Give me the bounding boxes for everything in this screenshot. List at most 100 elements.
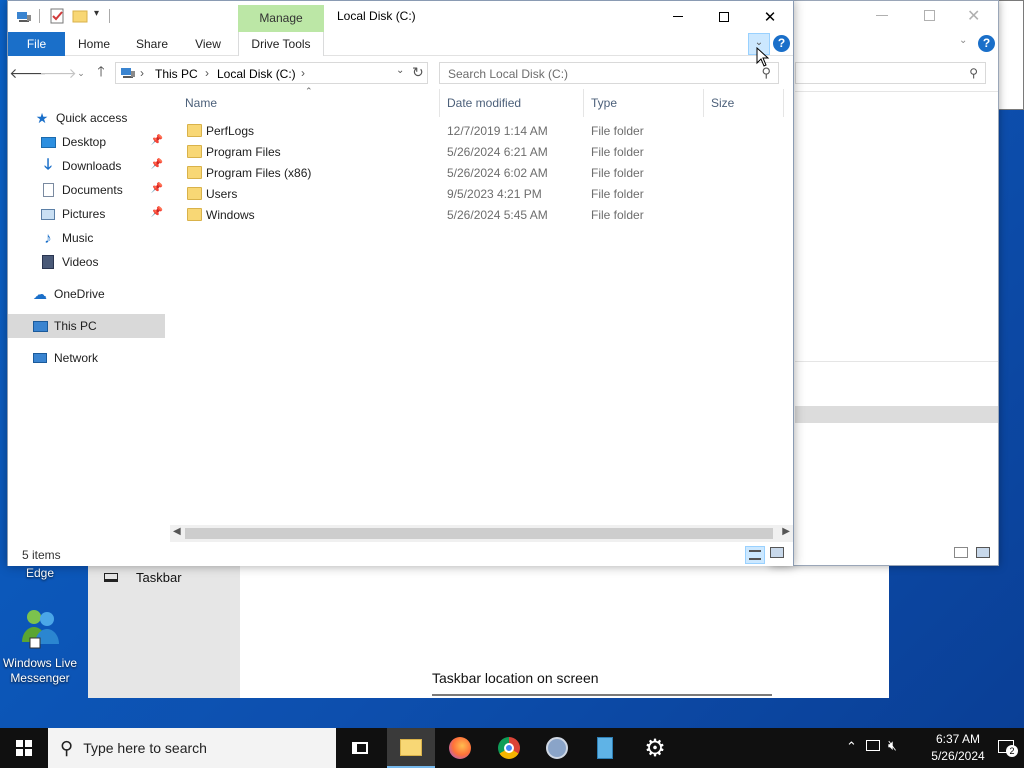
details-view-icon	[749, 550, 761, 560]
file-name: PerfLogs	[206, 124, 255, 138]
tab-view[interactable]: View	[188, 32, 228, 56]
minimize-button[interactable]	[655, 1, 701, 32]
large-icons-view-icon[interactable]	[976, 547, 990, 558]
taskbar-firefox[interactable]	[436, 728, 484, 768]
system-tray: ⌃ 🔇︎ 6:37 AM 5/26/2024 2	[834, 728, 1024, 768]
network-icon[interactable]	[866, 740, 880, 751]
file-row[interactable]: Program Files 5/26/2024 6:21 AM File fol…	[178, 142, 778, 163]
address-bar[interactable]: › This PC › Local Disk (C:) › ⌄ ↻	[115, 62, 428, 84]
settings-sidebar-item-taskbar[interactable]: Taskbar	[104, 570, 182, 585]
help-icon[interactable]: ?	[978, 35, 995, 52]
taskbar-app-gauge[interactable]	[533, 728, 581, 768]
background-explorer-window[interactable]: ✕ ⌄ ? ⚲	[770, 0, 999, 566]
breadcrumb-local-disk[interactable]: Local Disk (C:)	[217, 67, 296, 81]
taskbar-search-box[interactable]: ⚲ Type here to search	[48, 728, 336, 768]
folder-icon	[187, 124, 202, 137]
maximize-icon	[719, 11, 729, 22]
column-header-name[interactable]: Name	[178, 89, 440, 117]
desktop-icon-edge[interactable]: Edge	[0, 566, 80, 581]
nav-network[interactable]: Network	[8, 346, 165, 370]
file-type: File folder	[591, 208, 644, 222]
taskbar-app-archive[interactable]	[581, 728, 629, 768]
file-row[interactable]: PerfLogs 12/7/2019 1:14 AM File folder	[178, 121, 778, 142]
up-button[interactable]: 🡑	[91, 63, 111, 83]
address-row: 🡐 🡒 ⌄ 🡑 › This PC › Local Disk (C:) › ⌄ …	[8, 57, 793, 89]
file-row[interactable]: Users 9/5/2023 4:21 PM File folder	[178, 184, 778, 205]
tab-share[interactable]: Share	[130, 32, 174, 56]
search-icon: ⚲	[60, 737, 74, 758]
nav-label: Desktop	[62, 135, 107, 149]
help-icon[interactable]: ?	[773, 35, 790, 52]
taskbar-file-explorer[interactable]	[387, 728, 435, 768]
tab-drive-tools[interactable]: Drive Tools	[238, 32, 324, 56]
scrollbar-thumb[interactable]	[185, 528, 773, 539]
nav-videos[interactable]: Videos	[8, 250, 165, 274]
nav-downloads[interactable]: 🡓 Downloads 📌	[8, 154, 165, 178]
nav-this-pc[interactable]: This PC	[8, 314, 165, 338]
customize-qat-icon[interactable]: ▾	[94, 8, 99, 19]
forward-button[interactable]: 🡒	[39, 63, 77, 83]
tab-file[interactable]: File	[8, 32, 65, 56]
action-center-button[interactable]: 2	[992, 728, 1024, 768]
start-button[interactable]	[0, 728, 48, 768]
settings-sidebar: Taskbar	[88, 560, 240, 698]
refresh-icon[interactable]: ↻	[412, 64, 424, 81]
document-icon	[40, 182, 56, 198]
details-view-button[interactable]	[745, 546, 765, 564]
minimize-button[interactable]	[876, 9, 888, 21]
file-row[interactable]: Program Files (x86) 5/26/2024 6:02 AM Fi…	[178, 163, 778, 184]
close-button[interactable]: ✕	[747, 1, 793, 32]
computer-icon	[120, 66, 136, 83]
nav-pictures[interactable]: Pictures 📌	[8, 202, 165, 226]
recent-locations-button[interactable]: ⌄	[71, 63, 91, 83]
column-header-date[interactable]: Date modified	[440, 89, 584, 117]
search-placeholder: Search Local Disk (C:)	[448, 67, 569, 81]
large-icons-view-button[interactable]	[770, 547, 786, 561]
new-folder-icon[interactable]	[72, 8, 88, 24]
back-button[interactable]: 🡐	[9, 63, 47, 83]
chevron-down-icon[interactable]: ⌄	[959, 35, 967, 46]
desktop-icon-messenger[interactable]: Windows Live Messenger	[0, 604, 80, 686]
search-input[interactable]: ⚲	[795, 62, 986, 84]
file-name: Program Files (x86)	[206, 166, 312, 180]
title-bar[interactable]: ▾ Manage Local Disk (C:) ✕	[8, 1, 793, 32]
tab-home[interactable]: Home	[72, 32, 116, 56]
clock-time[interactable]: 6:37 AM	[918, 732, 998, 746]
nav-quick-access[interactable]: ★ Quick access	[8, 106, 165, 130]
folder-icon	[400, 738, 422, 756]
manage-tab-header[interactable]: Manage	[238, 5, 324, 32]
nav-documents[interactable]: Documents 📌	[8, 178, 165, 202]
horizontal-scrollbar[interactable]: ◀ ▶	[170, 525, 793, 542]
scroll-right-icon[interactable]: ▶	[782, 526, 790, 537]
address-dropdown-icon[interactable]: ⌄	[396, 65, 404, 76]
column-header-size[interactable]: Size	[704, 89, 784, 117]
scrollbar-track[interactable]	[795, 406, 998, 423]
computer-icon[interactable]	[16, 8, 32, 24]
show-hidden-icons[interactable]: ⌃	[846, 739, 857, 755]
breadcrumb-separator: ›	[140, 66, 144, 80]
nav-music[interactable]: ♪ Music	[8, 226, 165, 250]
maximize-button[interactable]	[701, 1, 747, 32]
column-header-type[interactable]: Type	[584, 89, 704, 117]
clock-date[interactable]: 5/26/2024	[918, 749, 998, 763]
messenger-icon	[22, 610, 59, 649]
divider	[795, 361, 998, 362]
breadcrumb-this-pc[interactable]: This PC	[155, 67, 198, 81]
volume-muted-icon[interactable]: 🔇︎	[888, 737, 897, 754]
nav-desktop[interactable]: Desktop 📌	[8, 130, 165, 154]
scroll-left-icon[interactable]: ◀	[173, 526, 181, 537]
properties-icon[interactable]	[49, 8, 65, 24]
search-input[interactable]: Search Local Disk (C:) ⚲	[439, 62, 779, 84]
nav-onedrive[interactable]: ☁ OneDrive	[8, 282, 165, 306]
file-row[interactable]: Windows 5/26/2024 5:45 AM File folder	[178, 205, 778, 226]
details-view-icon[interactable]	[954, 547, 968, 558]
taskbar-chrome[interactable]	[485, 728, 533, 768]
maximize-button[interactable]	[924, 10, 935, 21]
task-view-button[interactable]	[336, 728, 384, 768]
close-button[interactable]: ✕	[967, 6, 980, 26]
taskbar-settings[interactable]: ⚙	[631, 728, 679, 768]
file-explorer-window: ▾ Manage Local Disk (C:) ✕ File Home Sha…	[7, 0, 794, 566]
nav-label: Documents	[62, 183, 123, 197]
settings-dropdown[interactable]	[432, 694, 772, 698]
divider	[109, 9, 110, 23]
